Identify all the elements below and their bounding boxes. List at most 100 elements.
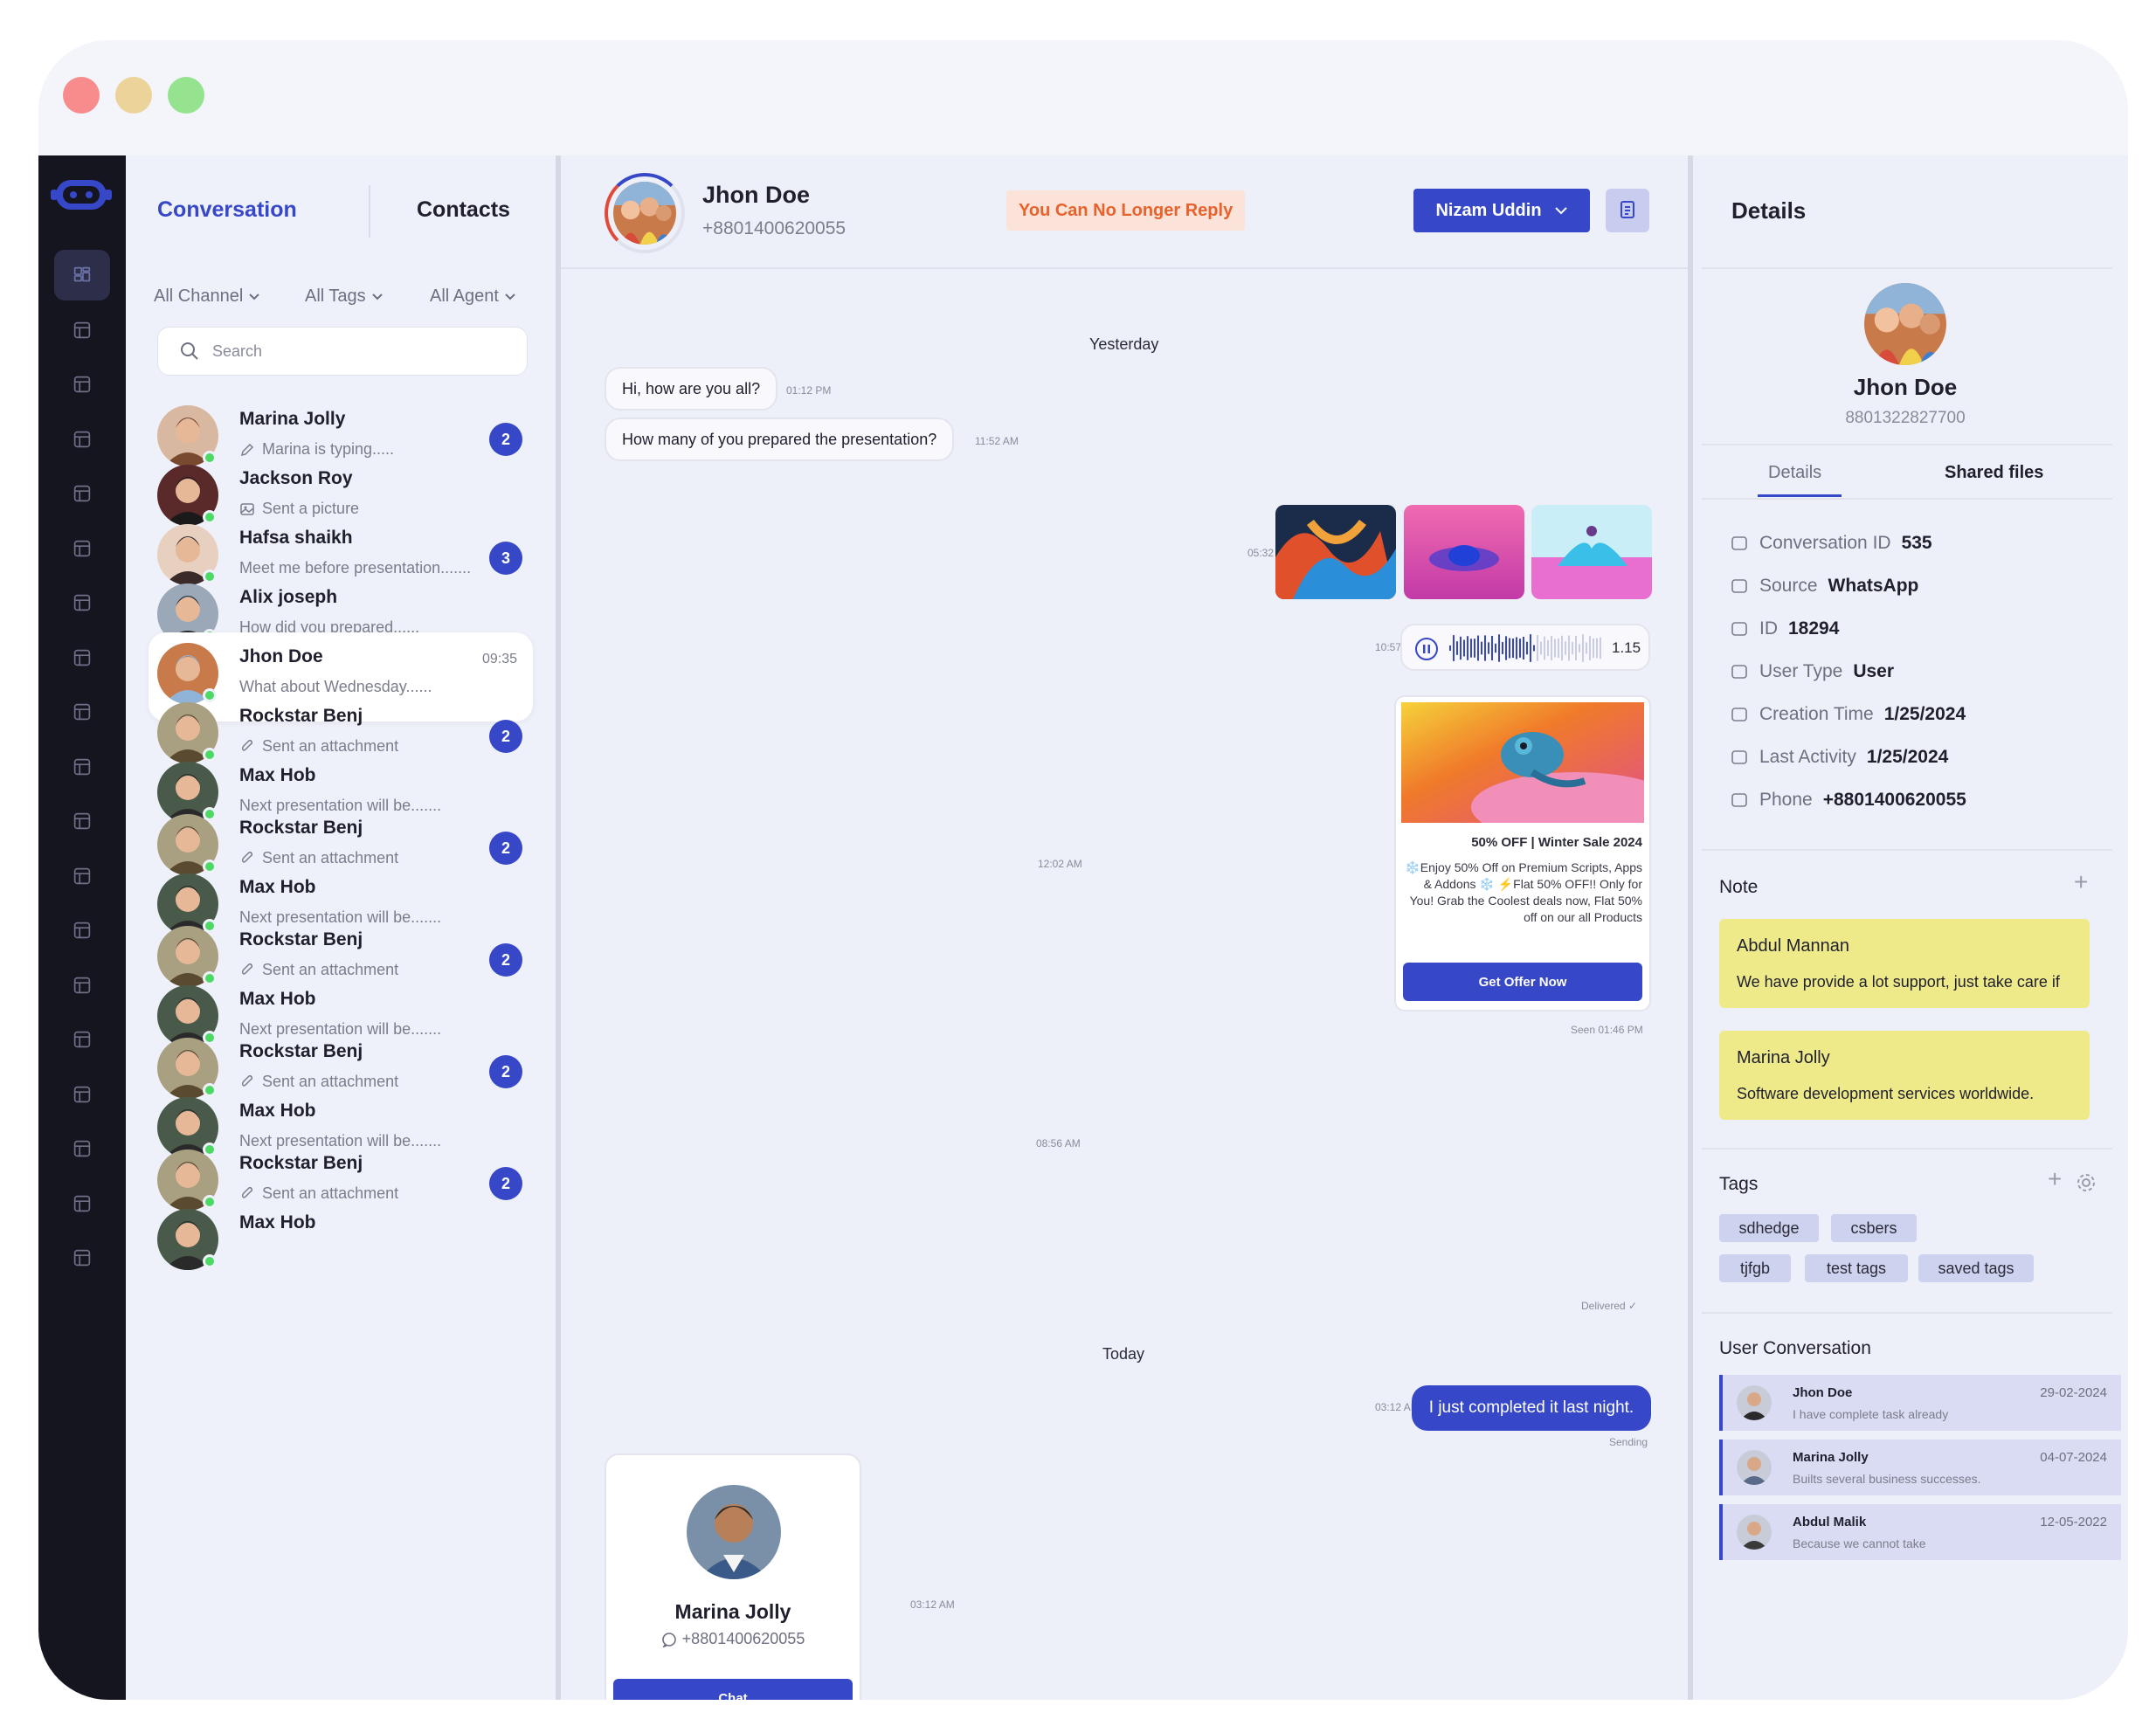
user-conversation-name: Abdul Malik <box>1793 1515 1867 1529</box>
waveform-bar <box>1470 639 1472 658</box>
apps-icon <box>73 867 91 884</box>
waveform-bar <box>1516 637 1517 659</box>
conversation-item[interactable]: Max Hob <box>149 1198 533 1288</box>
shared-image[interactable] <box>1404 505 1524 599</box>
agent-filter[interactable]: All Agent <box>430 287 516 307</box>
phone-icon <box>1731 793 1747 807</box>
rail-item[interactable] <box>54 359 110 410</box>
conversation-name: Max Hob <box>239 877 316 897</box>
day-separator: Today <box>1102 1345 1145 1363</box>
channel-filter[interactable]: All Channel <box>154 287 260 307</box>
bot-logo-icon[interactable] <box>51 175 112 215</box>
search-input[interactable]: Search <box>157 327 528 376</box>
rail-item[interactable] <box>54 851 110 901</box>
rail-item[interactable] <box>54 305 110 356</box>
phone-icon <box>73 321 91 338</box>
rail-item[interactable] <box>54 523 110 574</box>
calendar-icon <box>1731 708 1747 721</box>
shapes-icon <box>73 1086 91 1102</box>
chat-button[interactable]: Chat <box>613 1679 853 1700</box>
app-window: Conversation Contacts All Channel All Ta… <box>38 40 2128 1700</box>
rail-item[interactable] <box>54 796 110 846</box>
add-tag-icon[interactable]: + <box>2048 1165 2062 1193</box>
pause-icon[interactable] <box>1414 637 1439 661</box>
title-bar <box>38 40 2128 155</box>
tag-chip[interactable]: sdhedge <box>1719 1214 1819 1242</box>
channel-filter-label: All Channel <box>154 287 244 306</box>
tag-settings-icon[interactable] <box>2076 1172 2097 1193</box>
rail-item[interactable] <box>54 687 110 737</box>
tag-chip[interactable]: tjfgb <box>1719 1254 1791 1282</box>
audio-waveform[interactable] <box>1449 632 1603 664</box>
conversation-name: Hafsa shaikh <box>239 528 353 548</box>
contact-card: Marina Jolly +8801400620055 Chat <box>605 1453 861 1700</box>
divider <box>1702 849 2112 851</box>
tab-details[interactable]: Details <box>1768 463 1821 483</box>
rail-item[interactable] <box>54 1123 110 1174</box>
close-window-button[interactable] <box>63 77 100 114</box>
note-text: We have provide a lot support, just take… <box>1737 973 2060 991</box>
audio-duration: 1.15 <box>1612 639 1641 656</box>
user-conversation-item[interactable]: Jhon Doe 29-02-2024 I have complete task a… <box>1719 1375 2121 1431</box>
maximize-window-button[interactable] <box>168 77 204 114</box>
document-button[interactable] <box>1606 189 1649 232</box>
waveform-bar <box>1572 641 1573 655</box>
voice-message[interactable]: 1.15 <box>1400 624 1650 671</box>
minimize-window-button[interactable] <box>115 77 152 114</box>
rail-item[interactable] <box>54 905 110 956</box>
tab-shared-files[interactable]: Shared files <box>1945 463 2043 483</box>
document-icon <box>73 485 91 502</box>
shared-image[interactable] <box>1531 505 1652 599</box>
conversation-time: 09:35 <box>481 652 517 666</box>
chevron-down-icon <box>371 293 383 300</box>
shared-image[interactable] <box>1275 505 1396 599</box>
rail-item[interactable] <box>54 1178 110 1229</box>
user-conversation-item[interactable]: Abdul Malik 12-05-2022 Because we cannot t… <box>1719 1504 2121 1560</box>
tab-conversation[interactable]: Conversation <box>157 197 297 223</box>
headset-icon <box>73 1195 91 1212</box>
message-time: 08:56 AM <box>1036 1137 1081 1150</box>
conversation-name: Rockstar Benj <box>239 929 363 949</box>
details-panel: Details Jhon Doe 8801322827700 Details S… <box>1693 155 2128 1700</box>
tab-contacts[interactable]: Contacts <box>417 197 510 223</box>
unread-badge: 2 <box>489 832 522 865</box>
conversation-name: Max Hob <box>239 1212 316 1232</box>
rail-item[interactable] <box>54 1232 110 1283</box>
rail-item[interactable] <box>54 960 110 1011</box>
user-conversation-item[interactable]: Marina Jolly 04-07-2024 Builts several bus… <box>1719 1439 2121 1495</box>
rail-item[interactable] <box>54 1069 110 1120</box>
detail-label: User Type <box>1759 661 1843 681</box>
rail-item[interactable] <box>54 250 110 300</box>
detail-label: Conversation ID <box>1759 533 1891 553</box>
detail-value: 1/25/2024 <box>1866 747 1949 767</box>
waveform-bar <box>1463 639 1465 657</box>
grid-icon <box>73 540 91 556</box>
rail-item[interactable] <box>54 632 110 683</box>
waveform-bar <box>1526 641 1528 655</box>
user-conversation-date: 12-05-2022 <box>2040 1515 2107 1529</box>
divider <box>1702 1148 2112 1150</box>
tags-filter[interactable]: All Tags <box>305 287 384 307</box>
contact-card-phone: +8801400620055 <box>606 1630 860 1648</box>
sending-status: Sending <box>1609 1436 1648 1448</box>
contact-avatar[interactable] <box>605 173 685 253</box>
get-offer-button[interactable]: Get Offer Now <box>1403 963 1642 1001</box>
tag-chip[interactable]: csbers <box>1831 1214 1917 1242</box>
rail-item[interactable] <box>54 577 110 628</box>
waveform-bar <box>1477 635 1479 661</box>
add-note-icon[interactable]: + <box>2074 868 2088 896</box>
rail-item[interactable] <box>54 414 110 465</box>
tag-chip[interactable]: test tags <box>1805 1254 1908 1282</box>
search-placeholder: Search <box>212 342 263 360</box>
tab-separator <box>369 185 370 238</box>
unread-badge: 2 <box>489 943 522 977</box>
agent-dropdown[interactable]: Nizam Uddin <box>1413 189 1590 232</box>
rail-item[interactable] <box>54 468 110 519</box>
outgoing-message: I just completed it last night. <box>1412 1385 1651 1431</box>
user-conversation-name: Marina Jolly <box>1793 1450 1869 1465</box>
message-time: 03:12 AM <box>910 1598 955 1611</box>
rail-item[interactable] <box>54 742 110 792</box>
tag-chip[interactable]: saved tags <box>1918 1254 2034 1282</box>
rail-item[interactable] <box>54 1014 110 1065</box>
detail-value: 1/25/2024 <box>1883 704 1966 724</box>
